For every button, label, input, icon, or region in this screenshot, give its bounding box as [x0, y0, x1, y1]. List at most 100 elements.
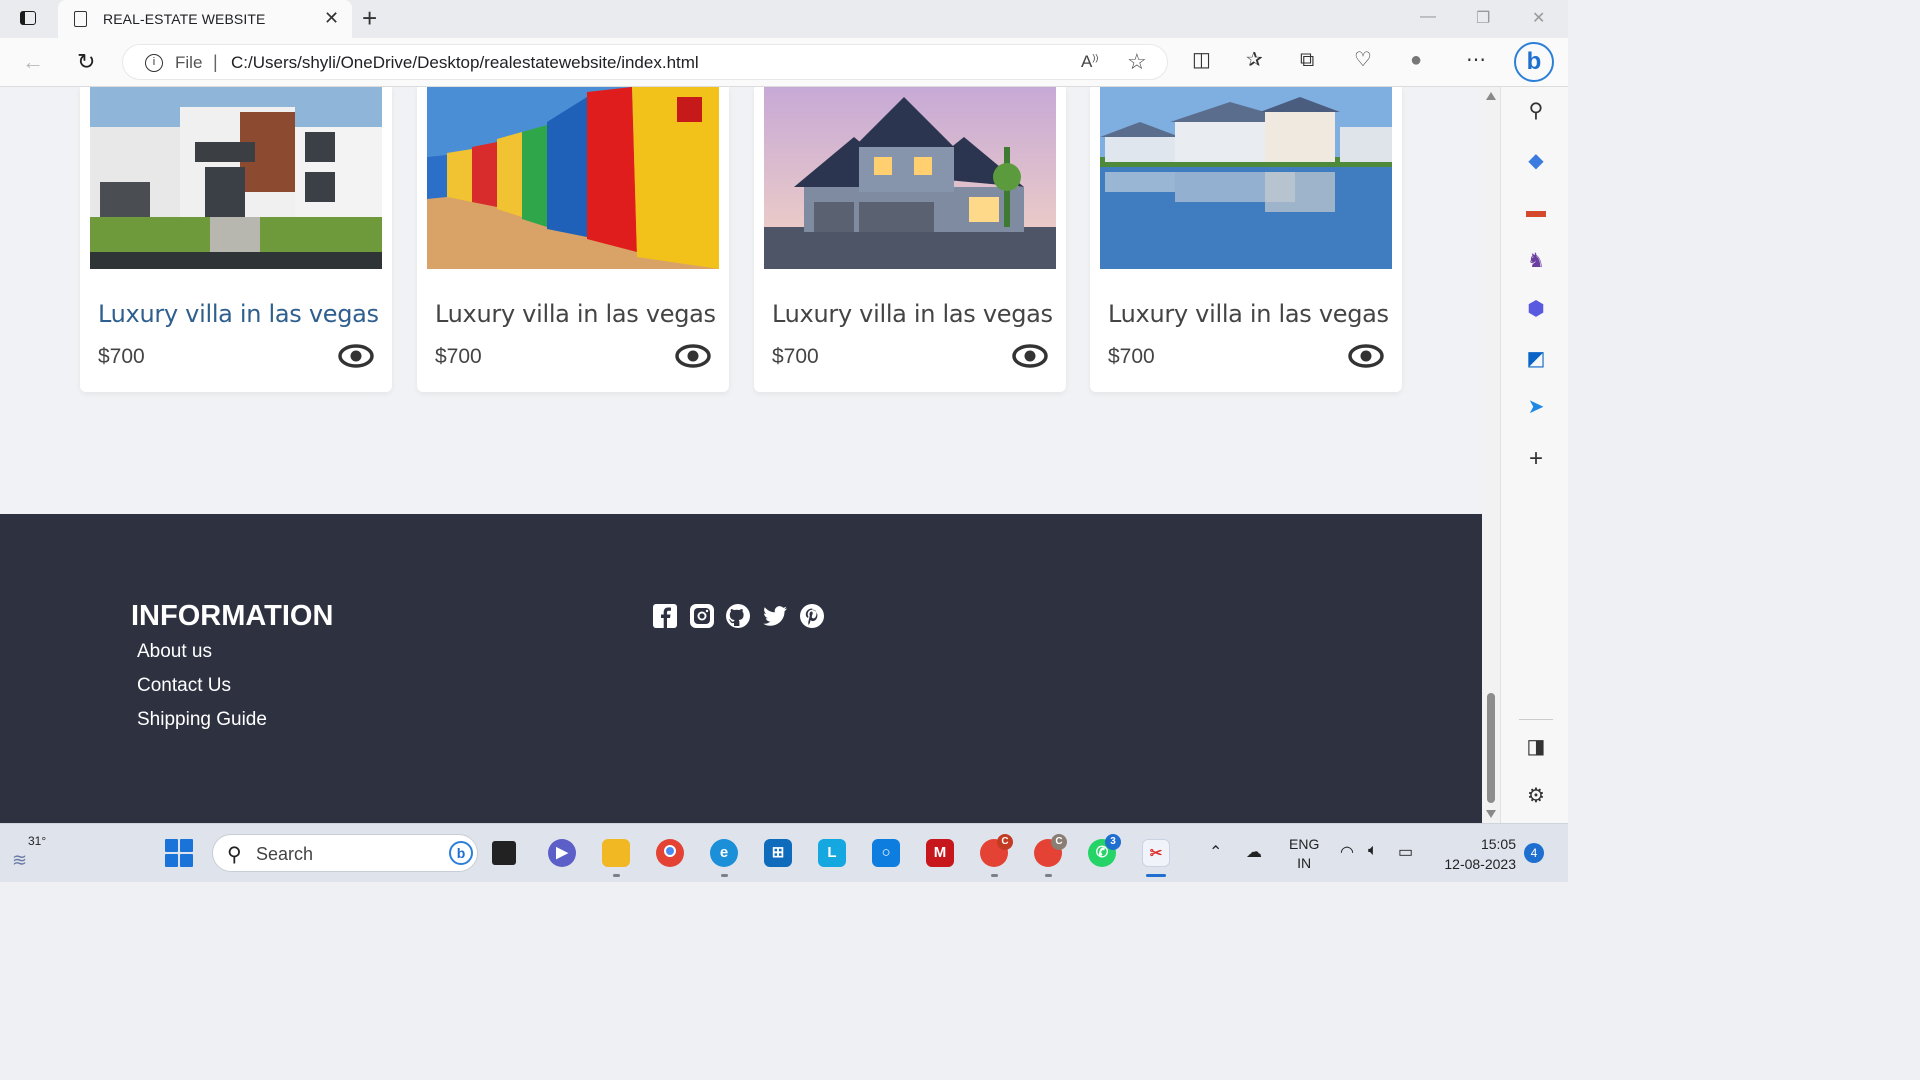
sidebar-drop-icon[interactable]: ➤: [1524, 395, 1548, 419]
onedrive-cloud-icon[interactable]: ☁: [1246, 842, 1262, 862]
edge-app-icon[interactable]: e: [710, 839, 738, 867]
wind-icon: ≋: [12, 850, 28, 870]
taskbar-search[interactable]: ⚲ Search b: [212, 834, 478, 872]
language-indicator[interactable]: ENG IN: [1289, 835, 1319, 873]
collections-icon[interactable]: ⧉: [1300, 49, 1314, 71]
footer-link-shipping[interactable]: Shipping Guide: [137, 709, 267, 731]
listing-card[interactable]: Luxury villa in las vegas $700: [80, 87, 392, 392]
l-app-icon[interactable]: L: [818, 839, 846, 867]
address-bar[interactable]: i File | C:/Users/shyli/OneDrive/Desktop…: [122, 44, 1168, 80]
system-clock[interactable]: 15:05 12-08-2023: [1436, 834, 1516, 874]
sidebar-hide-icon[interactable]: ◨: [1524, 735, 1548, 759]
view-eye-icon[interactable]: [1012, 343, 1048, 369]
sidebar-search-icon[interactable]: ⚲: [1524, 99, 1548, 123]
profile-icon[interactable]: ●: [1410, 49, 1422, 71]
taskbar-search-text: Search: [256, 844, 314, 864]
view-eye-icon[interactable]: [338, 343, 374, 369]
close-window-icon[interactable]: ✕: [1532, 8, 1545, 28]
start-windows-icon[interactable]: [165, 839, 193, 867]
mcafee-app-icon[interactable]: M: [926, 839, 954, 867]
footer-link-contact[interactable]: Contact Us: [137, 675, 231, 697]
listing-card[interactable]: Luxury villa in las vegas $700: [1090, 87, 1402, 392]
volume-icon[interactable]: 🔈︎: [1368, 842, 1378, 860]
bing-icon[interactable]: b: [449, 841, 473, 865]
navigation-bar: ← ↻ i File | C:/Users/shyli/OneDrive/Des…: [0, 38, 1568, 87]
weather-temperature: 31°: [28, 834, 47, 848]
running-indicator: [613, 874, 620, 877]
footer-link-about[interactable]: About us: [137, 641, 212, 663]
listing-photo: [764, 87, 1056, 269]
view-eye-icon[interactable]: [1348, 343, 1384, 369]
file-explorer-icon[interactable]: [602, 839, 630, 867]
listing-title[interactable]: Luxury villa in las vegas: [98, 300, 379, 328]
facebook-icon[interactable]: [652, 603, 678, 629]
browser-essentials-icon[interactable]: ♡: [1354, 49, 1372, 71]
page-scrollbar[interactable]: [1482, 87, 1500, 823]
sidebar-add-icon[interactable]: +: [1524, 447, 1548, 471]
address-separator: |: [213, 52, 218, 72]
pinterest-icon[interactable]: [799, 603, 825, 629]
weather-widget[interactable]: 31° ≋: [12, 834, 52, 870]
split-screen-icon[interactable]: ◫: [1192, 49, 1211, 71]
show-hidden-icons-chevron-up-icon[interactable]: ⌃: [1209, 842, 1222, 862]
whatsapp-badge: 3: [1105, 834, 1121, 850]
sidebar-tools-icon[interactable]: ▬: [1524, 199, 1548, 223]
listing-price: $700: [1108, 345, 1155, 368]
github-icon[interactable]: [725, 603, 751, 629]
scroll-thumb[interactable]: [1487, 693, 1495, 803]
running-indicator: [721, 874, 728, 877]
search-icon: ⚲: [227, 844, 242, 866]
view-eye-icon[interactable]: [675, 343, 711, 369]
terminal-app-icon[interactable]: [492, 841, 516, 865]
alexa-app-icon[interactable]: ○: [872, 839, 900, 867]
info-icon[interactable]: i: [145, 54, 163, 72]
tab-actions-icon[interactable]: [18, 9, 40, 29]
sidebar-settings-gear-icon[interactable]: ⚙: [1524, 784, 1548, 808]
page-viewport: Luxury villa in las vegas $700 Luxury vi…: [0, 87, 1482, 823]
clock-time: 15:05: [1480, 836, 1516, 852]
chrome-app-icon[interactable]: [656, 839, 684, 867]
running-indicator: [1045, 874, 1052, 877]
bing-copilot-icon[interactable]: b: [1514, 42, 1554, 82]
more-options-icon[interactable]: ⋯: [1466, 49, 1486, 71]
close-tab-icon[interactable]: ✕: [324, 8, 339, 28]
refresh-icon[interactable]: ↻: [77, 50, 95, 74]
sidebar-shopping-icon[interactable]: ◆: [1524, 149, 1548, 173]
restore-icon[interactable]: ❐: [1476, 8, 1490, 28]
address-url[interactable]: C:/Users/shyli/OneDrive/Desktop/realesta…: [231, 53, 699, 73]
twitter-icon[interactable]: [762, 603, 788, 629]
title-bar: REAL-ESTATE WEBSITE ✕ + — ❐ ✕: [0, 0, 1568, 38]
favorite-star-icon[interactable]: ☆: [1127, 49, 1147, 75]
wifi-icon[interactable]: ◠: [1340, 842, 1354, 862]
back-icon[interactable]: ←: [22, 50, 44, 74]
scroll-down-arrow-icon[interactable]: [1486, 810, 1496, 818]
active-indicator: [1146, 874, 1166, 877]
sidebar-outlook-icon[interactable]: ◩: [1524, 347, 1548, 371]
sidebar-divider: [1519, 719, 1553, 720]
listing-card[interactable]: Luxury villa in las vegas $700: [754, 87, 1066, 392]
tab-title: REAL-ESTATE WEBSITE: [103, 11, 266, 27]
battery-icon[interactable]: ▭: [1398, 842, 1413, 862]
listing-title[interactable]: Luxury villa in las vegas: [435, 300, 716, 328]
listing-price: $700: [772, 345, 819, 368]
microsoft-store-icon[interactable]: ⊞: [764, 839, 792, 867]
minimize-icon[interactable]: —: [1420, 8, 1436, 26]
footer-heading: INFORMATION: [131, 600, 334, 632]
browser-tab[interactable]: REAL-ESTATE WEBSITE ✕: [58, 0, 352, 38]
instagram-icon[interactable]: [689, 603, 715, 629]
sidebar-games-icon[interactable]: ♞: [1524, 249, 1548, 273]
read-aloud-icon[interactable]: A)): [1081, 52, 1098, 72]
site-footer: INFORMATION About us Contact Us Shipping…: [0, 514, 1482, 823]
region-code: IN: [1297, 855, 1312, 871]
teams-app-icon[interactable]: ▶: [548, 839, 576, 867]
chrome-profile-badge: C: [997, 834, 1013, 850]
new-tab-icon[interactable]: +: [362, 4, 377, 32]
notification-count-badge[interactable]: 4: [1524, 843, 1544, 863]
listing-card[interactable]: Luxury villa in las vegas $700: [417, 87, 729, 392]
favorites-icon[interactable]: ✰: [1246, 49, 1263, 71]
snipping-tool-icon[interactable]: ✂: [1142, 839, 1170, 867]
listing-title[interactable]: Luxury villa in las vegas: [772, 300, 1053, 328]
sidebar-microsoft365-icon[interactable]: ⬢: [1524, 297, 1548, 321]
scroll-up-arrow-icon[interactable]: [1486, 92, 1496, 100]
listing-title[interactable]: Luxury villa in las vegas: [1108, 300, 1389, 328]
